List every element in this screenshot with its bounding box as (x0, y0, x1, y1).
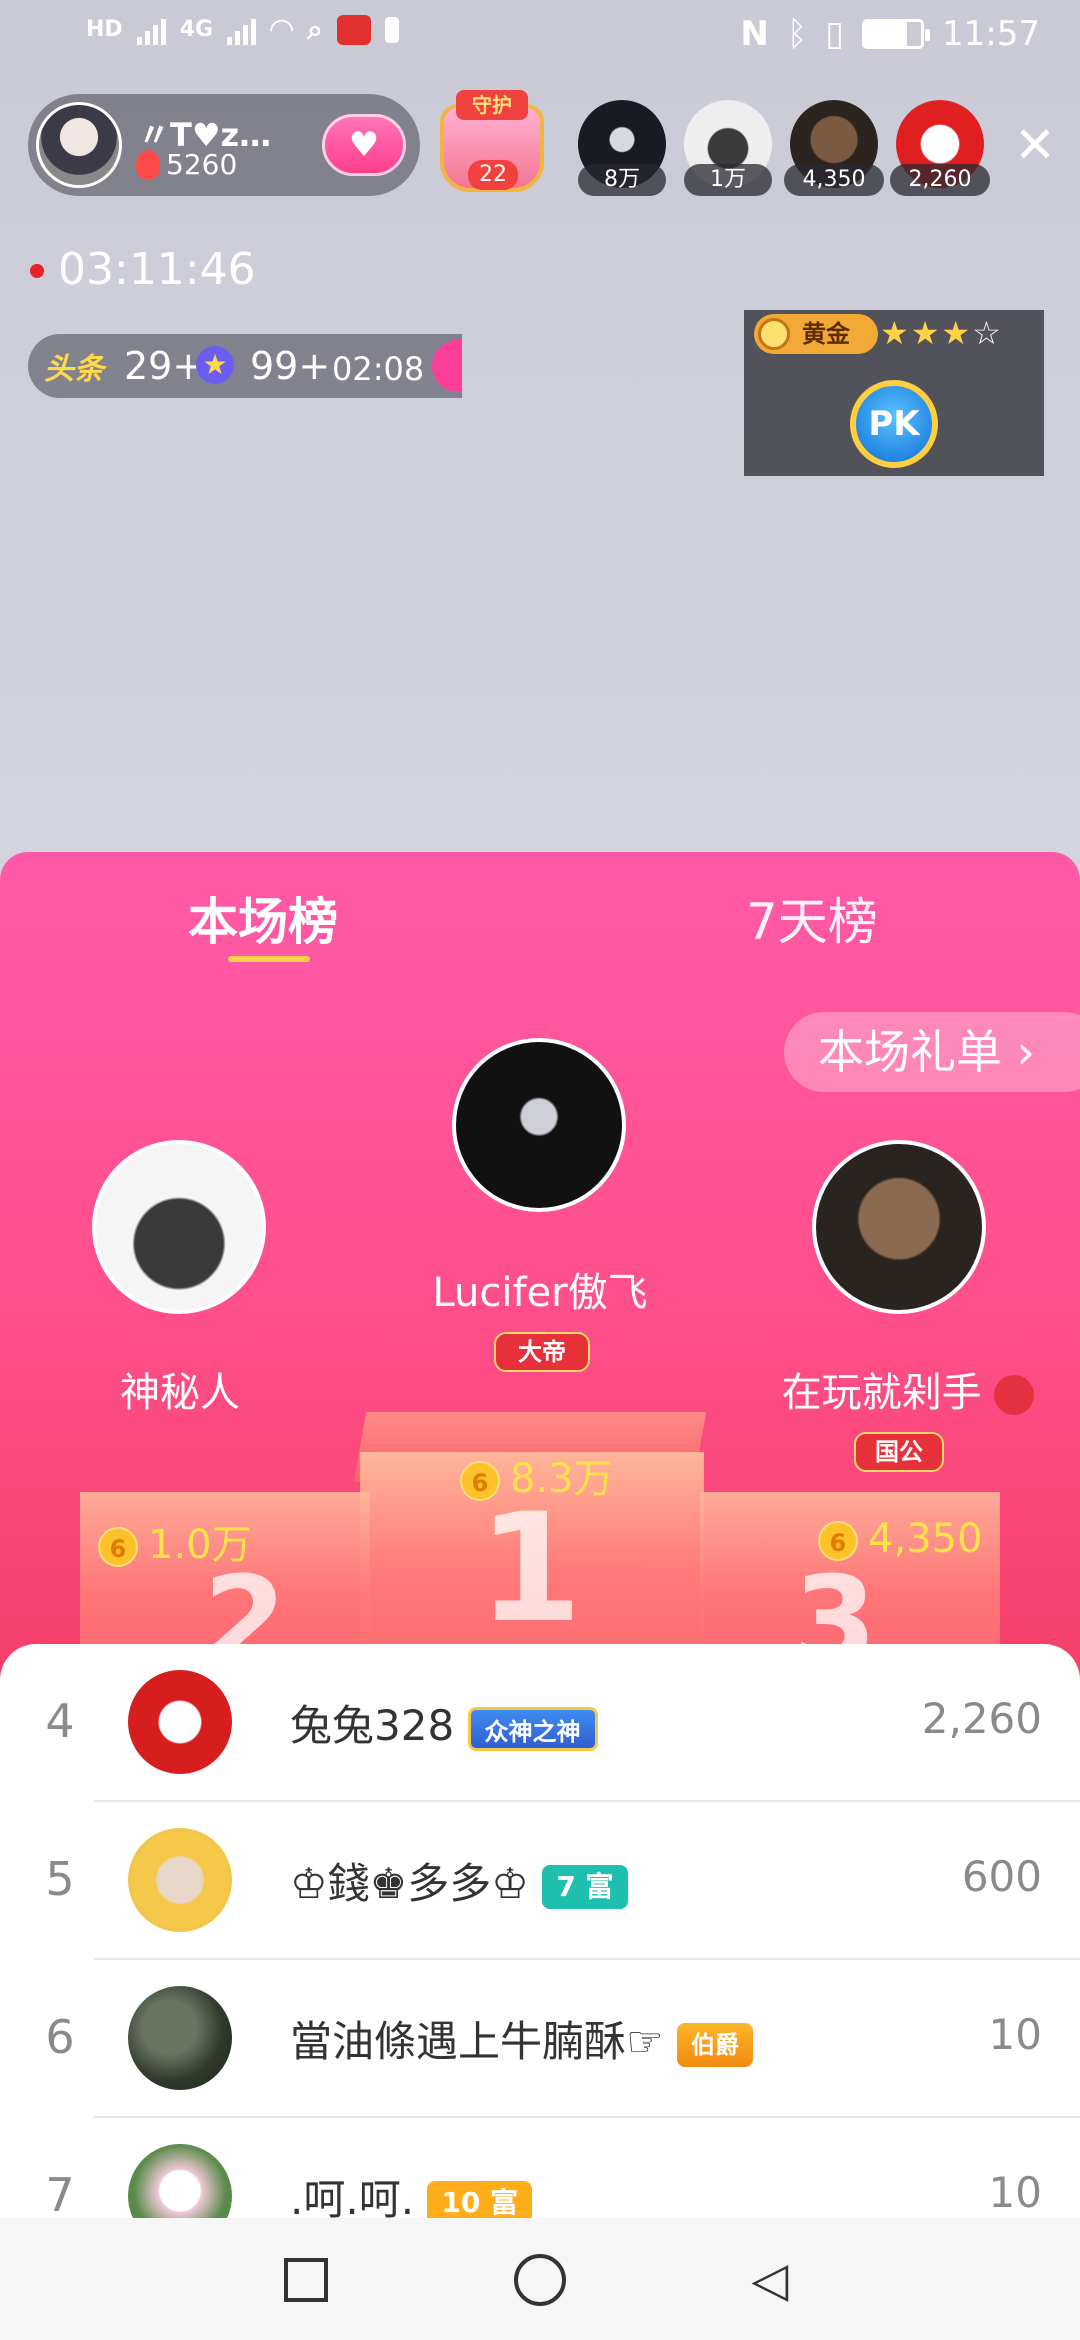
coin-icon: 6 (98, 1527, 138, 1567)
tab-this-session[interactable]: 本场榜 (188, 882, 338, 954)
list-value: 10 (988, 2168, 1042, 2217)
host-heat-count: 5260 (166, 148, 238, 181)
podium-avatar-2[interactable] (92, 1140, 266, 1314)
pk-panel[interactable]: 黄金 ★★★☆ PK (744, 310, 1044, 476)
star-icon: ★ (196, 346, 234, 384)
coin-icon: 6 (460, 1461, 500, 1501)
list-item[interactable]: 5 ♔錢♚多多♔ 7 富 600 (0, 1802, 1080, 1960)
viewer-badge-4: 2,260 (890, 164, 990, 196)
signal-icon (136, 15, 166, 45)
list-avatar[interactable] (128, 1670, 232, 1774)
recording-icon (336, 14, 371, 45)
guard-badge[interactable]: 守护 22 (440, 90, 544, 194)
system-nav-bar: ◁ (0, 2218, 1080, 2340)
recent-apps-icon[interactable] (284, 2258, 328, 2302)
level-badge: 伯爵 (677, 2022, 754, 2067)
podium-score-2: 6 1.0万 (98, 1512, 252, 1570)
list-value: 2,260 (921, 1694, 1042, 1743)
podium-score-1: 6 8.3万 (460, 1446, 614, 1504)
close-icon[interactable]: ✕ (1010, 120, 1060, 170)
network-4g-icon: 4G (179, 17, 214, 42)
headline-bar[interactable]: 头条 29+ ★ 99+ 02:08 (28, 334, 462, 398)
pk-stars: ★★★☆ (880, 314, 1003, 352)
headline-time: 02:08 (332, 350, 425, 388)
podium-score-3: 6 4,350 (818, 1516, 983, 1562)
viewer-badge-2: 1万 (684, 164, 772, 196)
hd-icon: HD (86, 17, 123, 42)
podium-name-2: 神秘人 (120, 1370, 240, 1416)
viewer-badge-3: 4,350 (784, 164, 884, 196)
headline-count-b: 99+ (250, 344, 331, 388)
headline-tag: 头条 (44, 352, 104, 387)
follow-heart-button[interactable]: ♥ (322, 114, 406, 176)
list-avatar[interactable] (128, 1986, 232, 2090)
host-avatar[interactable] (36, 102, 122, 188)
guard-count: 22 (468, 160, 518, 190)
list-value: 600 (961, 1852, 1042, 1901)
live-dot-icon (30, 264, 44, 278)
list-rank: 4 (45, 1694, 75, 1748)
home-icon[interactable] (514, 2254, 566, 2306)
list-name: ♔錢♚多多♔ 7 富 (290, 1850, 628, 1911)
live-timer: 03:11:46 (58, 244, 256, 295)
list-name: 當油條遇上牛腩酥☞ 伯爵 (290, 2008, 754, 2069)
podium-name-1: Lucifer傲飞 (432, 1270, 648, 1316)
signal-icon-2 (227, 15, 257, 45)
podium-badge-3: 国公 (854, 1432, 944, 1472)
list-value: 10 (988, 2010, 1042, 2059)
nfc-icon: N (740, 14, 769, 54)
back-icon[interactable]: ◁ (744, 2254, 796, 2306)
tab-seven-days[interactable]: 7天榜 (746, 882, 878, 954)
headline-count-a: 29+ (124, 344, 205, 388)
vibrate-icon: ▯ (825, 14, 845, 54)
list-name: 兔兔328 众神之神 (290, 1692, 598, 1753)
level-badge: 7 富 (542, 1864, 628, 1909)
podium-avatar-3[interactable] (812, 1140, 986, 1314)
coin-icon: 6 (818, 1521, 858, 1561)
level-badge: 众神之神 (467, 1706, 598, 1751)
clock: 11:57 (942, 14, 1040, 54)
rank-medal-icon (758, 318, 790, 350)
status-bar: HD 4G ◠ ⌕ N ᛒ ▯ 11:57 (0, 0, 1080, 80)
viewer-badge-1: 8万 (578, 164, 666, 196)
fire-icon (136, 150, 160, 180)
gift-list-link[interactable]: 本场礼单 › (784, 1012, 1080, 1092)
podium-badge-1: 大帝 (494, 1332, 590, 1372)
list-item[interactable]: 4 兔兔328 众神之神 2,260 (0, 1644, 1080, 1802)
list-rank: 7 (45, 2168, 75, 2222)
podium-number-1: 1 (477, 1482, 583, 1656)
list-rank: 6 (45, 2010, 75, 2064)
status-left-icons: HD 4G ◠ ⌕ (86, 12, 399, 47)
guard-label: 守护 (456, 90, 528, 120)
list-rank: 5 (45, 1852, 75, 1906)
list-avatar[interactable] (128, 1828, 232, 1932)
podium-avatar-1[interactable] (452, 1038, 626, 1212)
battery-icon (862, 19, 931, 49)
tab-active-indicator (228, 956, 310, 962)
bluetooth-icon: ᛒ (786, 14, 808, 54)
search-icon: ⌕ (307, 12, 323, 46)
battery-small-icon (384, 16, 399, 43)
podium-name-3: 在玩就剁手 (758, 1360, 1058, 1418)
list-item[interactable]: 6 當油條遇上牛腩酥☞ 伯爵 10 (0, 1960, 1080, 2118)
headline-gift-icon (432, 340, 462, 392)
wifi-icon: ◠ (270, 12, 294, 47)
angry-emoji-icon (994, 1375, 1035, 1415)
pk-button[interactable]: PK (850, 380, 938, 468)
status-right-icons: N ᛒ ▯ 11:57 (740, 14, 1040, 54)
